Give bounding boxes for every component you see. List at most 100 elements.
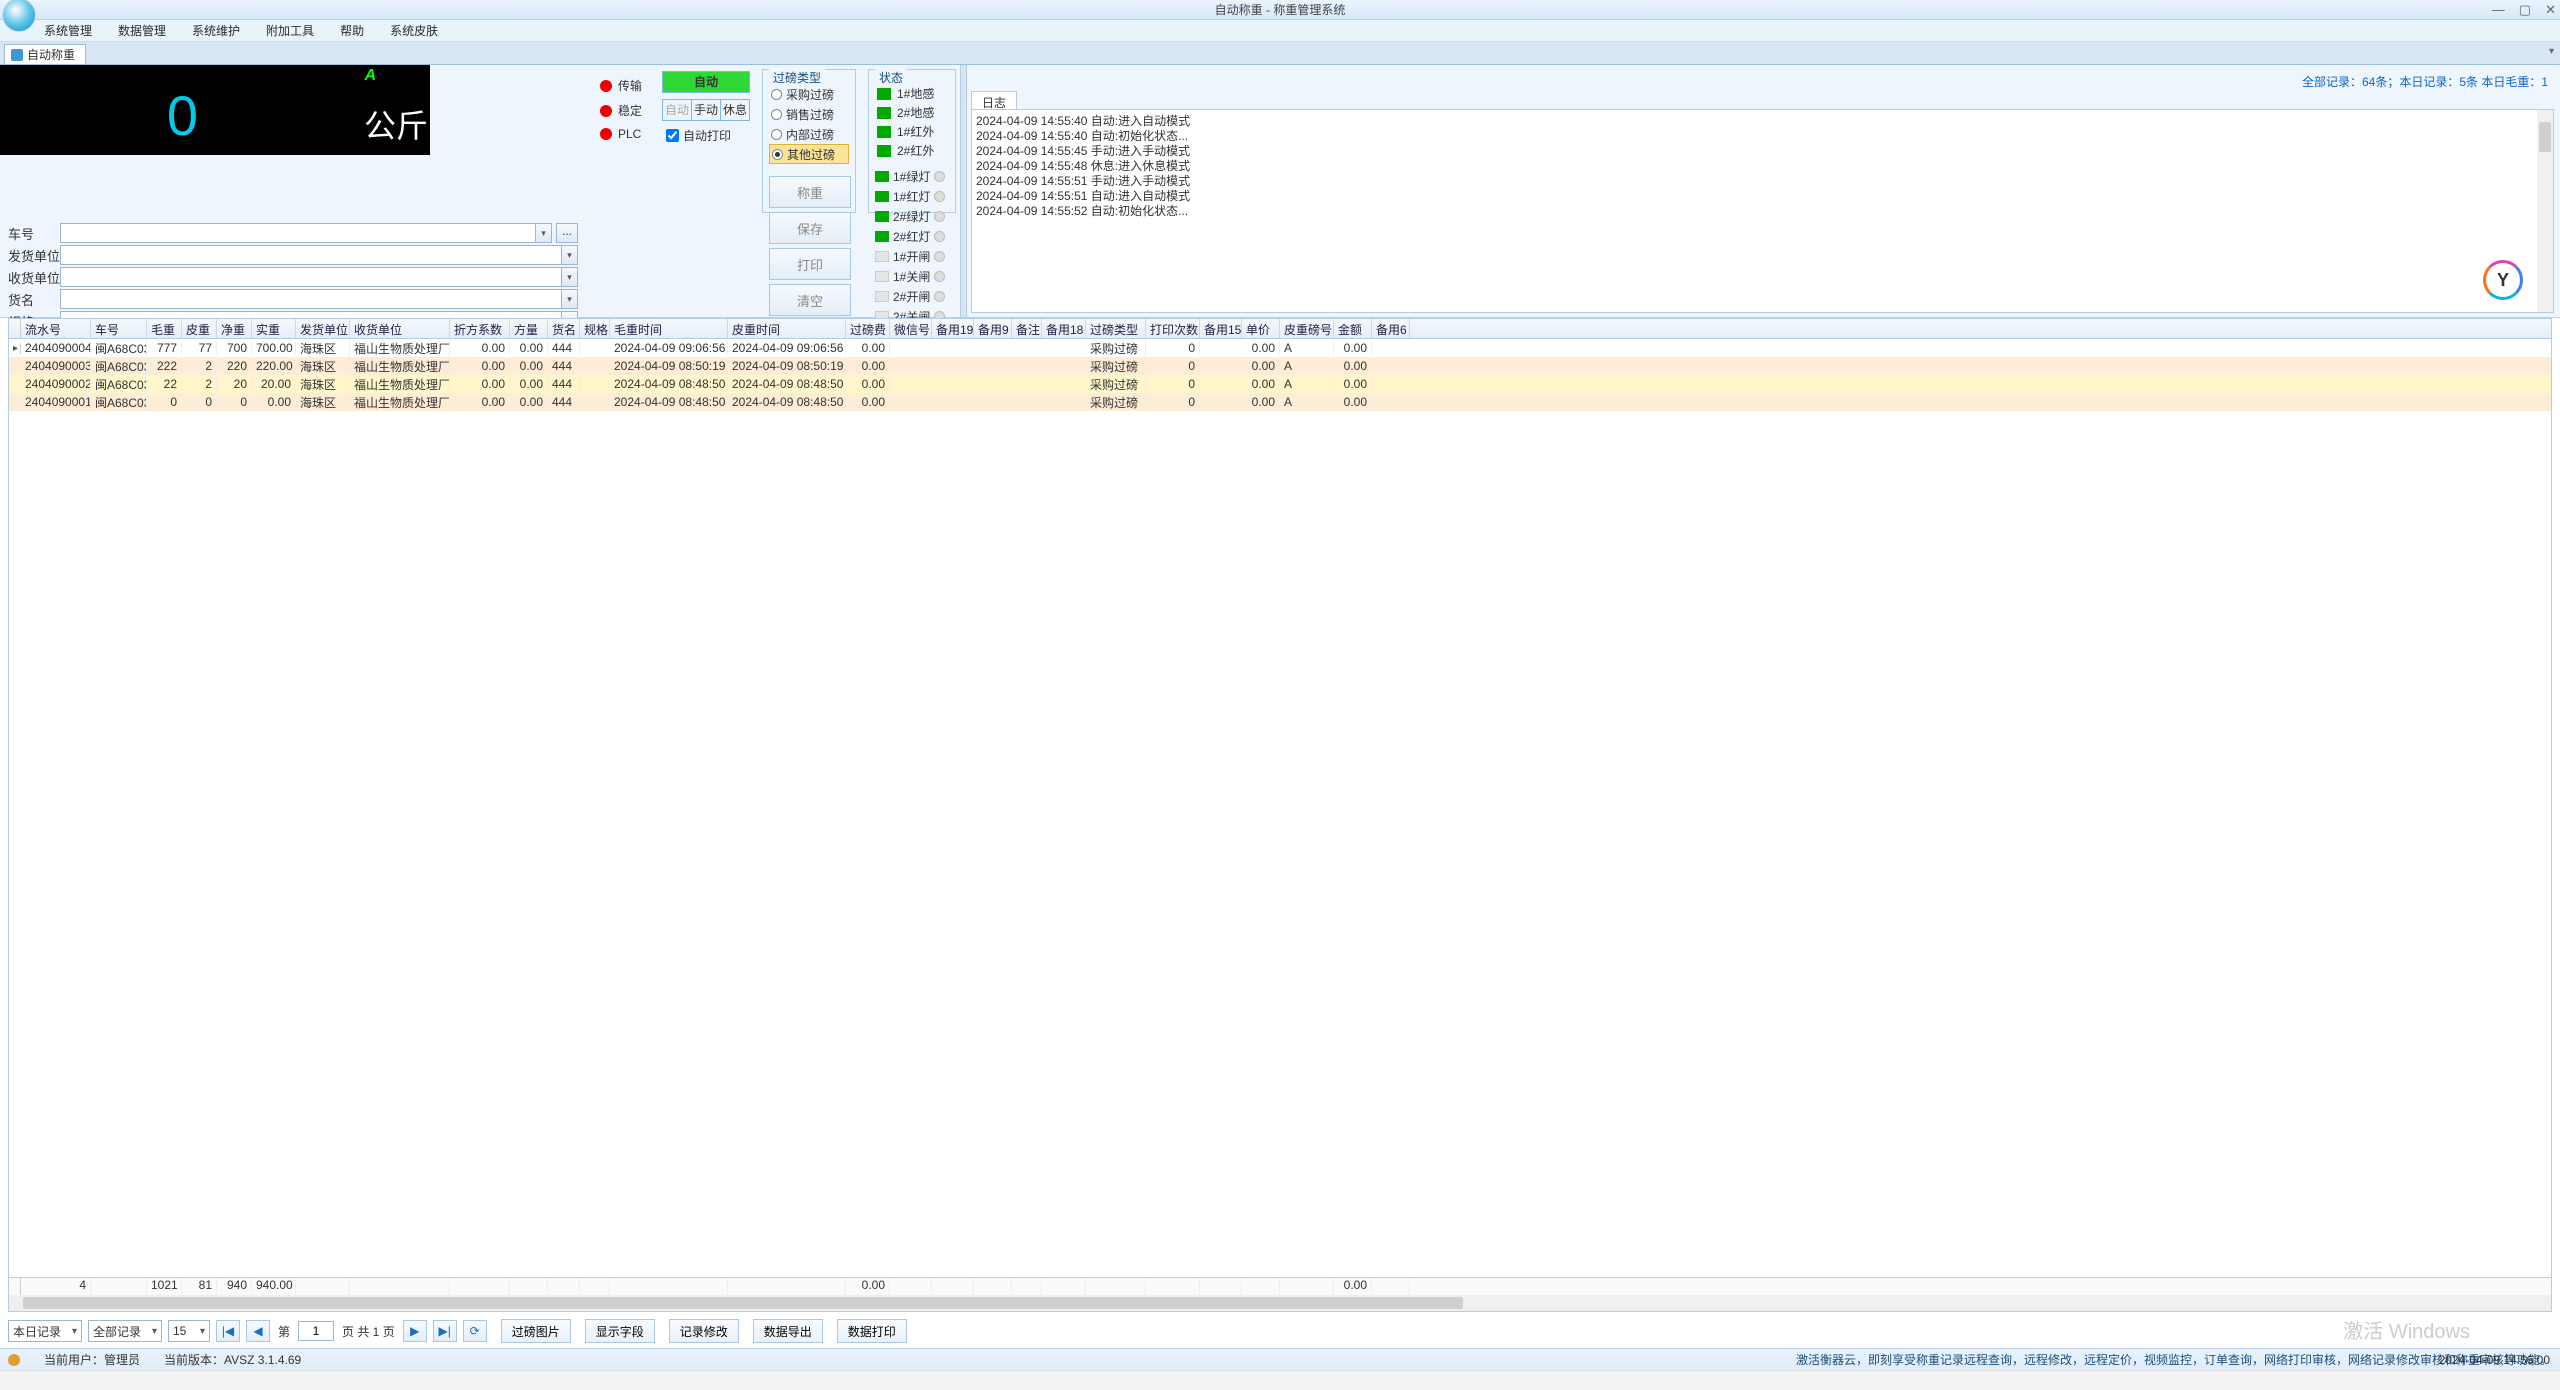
- receiver-label: 收货单位: [8, 268, 60, 287]
- all-records-combo[interactable]: 全部记录: [88, 1320, 162, 1342]
- red1-button[interactable]: [934, 191, 945, 202]
- menu-tools[interactable]: 附加工具: [266, 22, 314, 39]
- open1-led-icon: [875, 251, 889, 262]
- radio-sale[interactable]: 销售过磅: [769, 104, 849, 124]
- menu-bar: 系统管理 数据管理 系统维护 附加工具 帮助 系统皮肤: [0, 20, 2560, 42]
- ground1-led-icon: [877, 88, 891, 100]
- weigh-button[interactable]: 称重: [769, 176, 851, 208]
- weigh-type-group: 过磅类型 采购过磅 销售过磅 内部过磅 其他过磅 称重 保存 打印 清空: [762, 69, 856, 213]
- records-grid: 流水号 车号 毛重 皮重 净重 实重 发货单位 收货单位 折方系数 方量 货名 …: [8, 318, 2552, 1312]
- ground2-led-icon: [877, 107, 891, 119]
- toolbar: 本日记录 全部记录 15 |◀ ◀ 第 页 共 1 页 ▶ ▶| ⟳ 过磅图片 …: [8, 1316, 2552, 1346]
- table-row[interactable]: 2404090001闽A68C030000.00海珠区福山生物质处理厂0.000…: [9, 393, 2551, 411]
- menu-data[interactable]: 数据管理: [118, 22, 166, 39]
- green1-button[interactable]: [934, 171, 945, 182]
- first-page-button[interactable]: |◀: [216, 1320, 240, 1342]
- current-user: 当前用户：管理员: [44, 1351, 140, 1368]
- page-input[interactable]: [298, 1321, 334, 1341]
- data-print-button[interactable]: 数据打印: [837, 1319, 907, 1343]
- scale-indicator: A: [364, 67, 376, 85]
- mode-manual-button[interactable]: 手动: [692, 100, 721, 120]
- green2-led-icon: [875, 211, 889, 222]
- goods-input[interactable]: [60, 289, 562, 309]
- red2-led-icon: [875, 231, 889, 242]
- col-flowid[interactable]: 流水号: [21, 319, 91, 338]
- log-scrollbar[interactable]: [2537, 110, 2553, 312]
- transmit-label: 传输: [618, 77, 642, 94]
- tab-chevron-icon[interactable]: ▾: [2549, 46, 2554, 57]
- record-summary: 全部记录：64条；本日记录：5条 本日毛重：1: [2302, 73, 2548, 90]
- mode-auto-disabled: 自动: [663, 100, 692, 120]
- open1-button[interactable]: [934, 251, 945, 262]
- taskbar: [0, 1370, 2560, 1390]
- status-group: 状态 1#地感 2#地感 1#红外 2#红外 1#绿灯 1#红灯 2#绿灯 2#…: [868, 69, 956, 213]
- watermark-logo-icon: Y: [2483, 260, 2523, 300]
- log-panel: 2024-04-09 14:55:40 自动:进入自动模式 2024-04-09…: [971, 109, 2554, 313]
- prev-page-button[interactable]: ◀: [246, 1320, 270, 1342]
- transmit-led-icon: [600, 80, 612, 92]
- close-icon[interactable]: ✕: [2545, 2, 2556, 18]
- mode-rest-button[interactable]: 休息: [721, 100, 749, 120]
- table-row[interactable]: ▸2404090004闽A68C0377777700700.00海珠区福山生物质…: [9, 339, 2551, 357]
- sender-dropdown-icon[interactable]: ▾: [562, 245, 578, 265]
- window-title: 自动称重 - 称重管理系统: [1215, 1, 1346, 18]
- minimize-icon[interactable]: —: [2492, 2, 2505, 18]
- menu-skin[interactable]: 系统皮肤: [390, 22, 438, 39]
- sender-input[interactable]: [60, 245, 562, 265]
- export-button[interactable]: 数据导出: [753, 1319, 823, 1343]
- document-tab[interactable]: 自动称重: [4, 44, 86, 64]
- current-version: 当前版本：AVSZ 3.1.4.69: [164, 1351, 301, 1368]
- menu-help[interactable]: 帮助: [340, 22, 364, 39]
- save-button[interactable]: 保存: [769, 212, 851, 244]
- radio-purchase[interactable]: 采购过磅: [769, 84, 849, 104]
- stable-label: 稳定: [618, 102, 642, 119]
- car-dropdown-icon[interactable]: ▾: [536, 223, 552, 243]
- open2-led-icon: [875, 291, 889, 302]
- next-page-button[interactable]: ▶: [403, 1320, 427, 1342]
- table-row[interactable]: 2404090003闽A68C032222220220.00海珠区福山生物质处理…: [9, 357, 2551, 375]
- last-page-button[interactable]: ▶|: [433, 1320, 457, 1342]
- car-browse-button[interactable]: ...: [556, 223, 578, 243]
- green2-button[interactable]: [934, 211, 945, 222]
- today-records-combo[interactable]: 本日记录: [8, 1320, 82, 1342]
- goods-dropdown-icon[interactable]: ▾: [562, 289, 578, 309]
- user-icon: [8, 1354, 20, 1366]
- table-row[interactable]: 2404090002闽A68C032222020.00海珠区福山生物质处理厂0.…: [9, 375, 2551, 393]
- menu-system[interactable]: 系统管理: [44, 22, 92, 39]
- goods-label: 货名: [8, 290, 60, 309]
- car-label: 车号: [8, 224, 60, 243]
- clear-button[interactable]: 清空: [769, 284, 851, 316]
- receiver-input[interactable]: [60, 267, 562, 287]
- ir2-led-icon: [877, 145, 891, 157]
- car-input[interactable]: [60, 223, 536, 243]
- show-fields-button[interactable]: 显示字段: [585, 1319, 655, 1343]
- red2-button[interactable]: [934, 231, 945, 242]
- grid-hscrollbar[interactable]: [9, 1295, 2551, 1311]
- stable-led-icon: [600, 105, 612, 117]
- page-size-combo[interactable]: 15: [168, 1320, 210, 1342]
- weight-display: A 0 公斤: [0, 65, 430, 155]
- radio-internal[interactable]: 内部过磅: [769, 124, 849, 144]
- auto-print-label: 自动打印: [683, 127, 731, 144]
- plc-led-icon: [600, 128, 612, 140]
- red1-led-icon: [875, 191, 889, 202]
- ir1-led-icon: [877, 126, 891, 138]
- plc-label: PLC: [618, 127, 641, 141]
- open2-button[interactable]: [934, 291, 945, 302]
- auto-print-checkbox[interactable]: [666, 129, 679, 142]
- receiver-dropdown-icon[interactable]: ▾: [562, 267, 578, 287]
- mode-auto-button[interactable]: 自动: [663, 72, 749, 92]
- maximize-icon[interactable]: ▢: [2519, 2, 2531, 18]
- edit-record-button[interactable]: 记录修改: [669, 1319, 739, 1343]
- weight-value: 0: [167, 83, 198, 148]
- refresh-button[interactable]: ⟳: [463, 1320, 487, 1342]
- close1-button[interactable]: [934, 271, 945, 282]
- menu-maintain[interactable]: 系统维护: [192, 22, 240, 39]
- splitter[interactable]: [960, 65, 967, 317]
- weigh-pic-button[interactable]: 过磅图片: [501, 1319, 571, 1343]
- close1-led-icon: [875, 271, 889, 282]
- radio-other[interactable]: 其他过磅: [769, 144, 849, 164]
- tab-icon: [11, 49, 23, 61]
- windows-watermark-title: 激活 Windows: [2343, 1315, 2470, 1344]
- print-button[interactable]: 打印: [769, 248, 851, 280]
